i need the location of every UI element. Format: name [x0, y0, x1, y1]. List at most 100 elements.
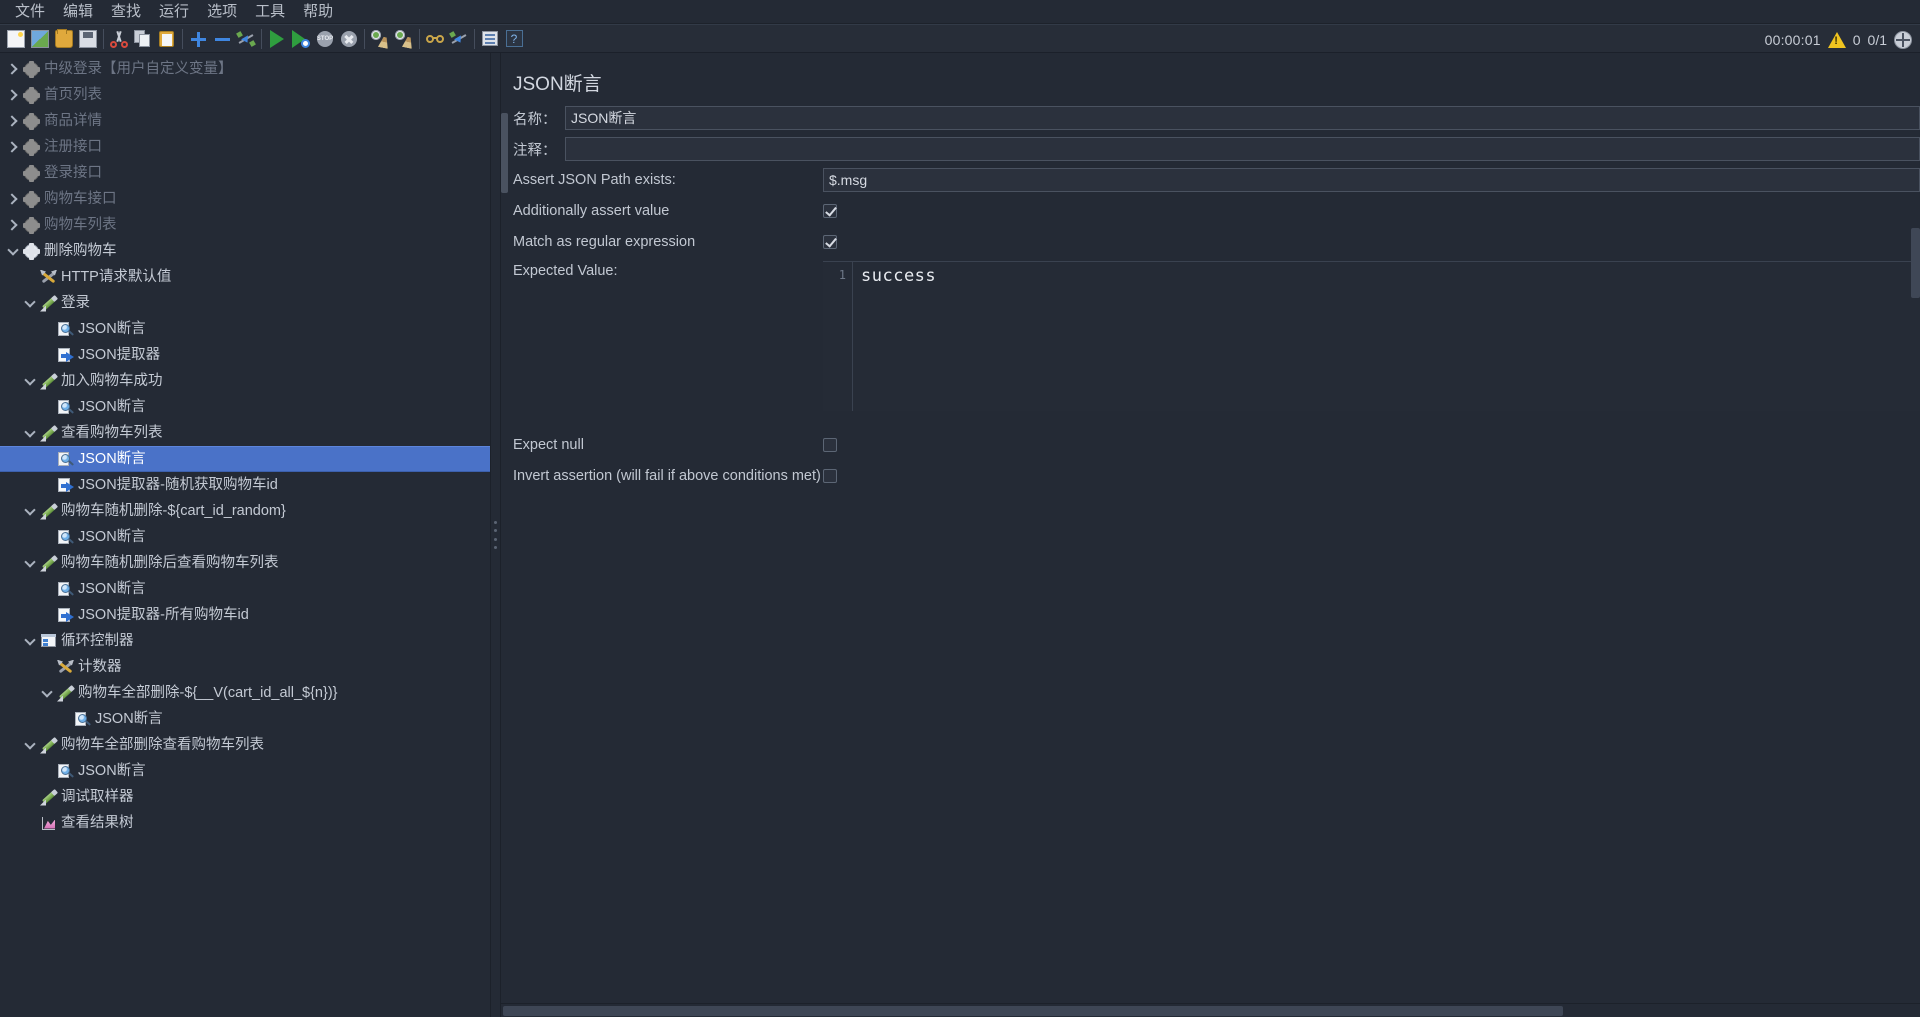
menu-file[interactable]: 文件 — [6, 1, 54, 23]
tree-row[interactable]: 购物车全部删除查看购物车列表 — [0, 732, 490, 758]
tree-row[interactable]: JSON断言 — [0, 446, 490, 472]
chevron-right-icon[interactable] — [4, 112, 22, 130]
test-plan-tree[interactable]: 中级登录【用户自定义变量】 首页列表 商品详情 注册接口登录接口购物车接口 购物车列表删… — [0, 53, 491, 1017]
chevron-right-icon[interactable] — [4, 60, 22, 78]
tree-row[interactable]: 删除购物车 — [0, 238, 490, 264]
clear-button[interactable] — [368, 27, 392, 51]
cut-button[interactable] — [107, 27, 131, 51]
tree-row[interactable]: 加入购物车成功 — [0, 368, 490, 394]
tree-row[interactable]: 登录接口 — [0, 160, 490, 186]
tree-row[interactable]: HTTP请求默认值 — [0, 264, 490, 290]
tree-row[interactable]: JSON断言 — [0, 758, 490, 784]
tree-item-icon — [22, 190, 41, 209]
tree-row[interactable]: 查看结果树 — [0, 810, 490, 836]
tree-row[interactable]: 购物车随机删除-${cart_id_random} — [0, 498, 490, 524]
chevron-down-icon[interactable] — [21, 632, 39, 650]
menu-help[interactable]: 帮助 — [294, 1, 342, 23]
tree-item-label: JSON断言 — [78, 580, 146, 597]
save-button[interactable] — [76, 27, 100, 51]
tree-item-icon — [22, 216, 41, 235]
toggle-button[interactable] — [234, 27, 258, 51]
function-helper-button[interactable] — [447, 27, 471, 51]
thread-group-icon — [23, 139, 40, 155]
tree-row[interactable]: JSON提取器-随机获取购物车id — [0, 472, 490, 498]
sampler-icon — [40, 554, 59, 572]
name-input[interactable] — [565, 106, 1920, 130]
expected-value-row: Expected Value: 1 success — [501, 261, 1920, 411]
chevron-down-icon[interactable] — [38, 684, 56, 702]
tree-row[interactable]: 商品详情 — [0, 108, 490, 134]
chevron-down-icon[interactable] — [21, 424, 39, 442]
comment-input[interactable] — [565, 137, 1920, 161]
chevron-down-icon[interactable] — [21, 502, 39, 520]
tree-row[interactable]: 查看购物车列表 — [0, 420, 490, 446]
tree-row[interactable]: JSON断言 — [0, 576, 490, 602]
panel-vertical-scrollbar[interactable] — [1911, 228, 1920, 298]
shutdown-button[interactable] — [337, 27, 361, 51]
paste-button[interactable] — [155, 27, 179, 51]
expect-null-checkbox[interactable] — [823, 438, 837, 452]
tree-row[interactable]: 购物车全部删除-${__V(cart_id_all_${n})} — [0, 680, 490, 706]
element-editor-panel: JSON断言 名称： 注释： Assert JSON Path exists: … — [500, 53, 1920, 1017]
tree-item-label: 登录接口 — [44, 164, 102, 181]
panel-horizontal-scroll-thumb[interactable] — [503, 1006, 1563, 1016]
tree-row[interactable]: JSON断言 — [0, 524, 490, 550]
chevron-right-icon[interactable] — [4, 216, 22, 234]
stop-button[interactable]: STOP — [313, 27, 337, 51]
tree-row[interactable]: 登录 — [0, 290, 490, 316]
assert-path-input[interactable] — [823, 168, 1920, 192]
match-regex-checkbox[interactable] — [823, 235, 837, 249]
chevron-right-icon[interactable] — [4, 138, 22, 156]
tree-row[interactable]: 购物车随机删除后查看购物车列表 — [0, 550, 490, 576]
tree-row[interactable]: 调试取样器 — [0, 784, 490, 810]
chevron-down-icon[interactable] — [21, 554, 39, 572]
menu-edit[interactable]: 编辑 — [54, 1, 102, 23]
tree-row[interactable]: 购物车接口 — [0, 186, 490, 212]
tree-row[interactable]: 中级登录【用户自定义变量】 — [0, 56, 490, 82]
expected-value-editor[interactable]: 1 success — [823, 261, 1920, 411]
tree-row[interactable]: 购物车列表 — [0, 212, 490, 238]
expected-value-text[interactable]: success — [853, 262, 1920, 411]
chevron-down-icon[interactable] — [4, 242, 22, 260]
tree-row[interactable]: 首页列表 — [0, 82, 490, 108]
open-button[interactable] — [52, 27, 76, 51]
expand-all-button[interactable] — [186, 27, 210, 51]
chevron-right-icon[interactable] — [4, 86, 22, 104]
tree-row[interactable]: 循环控制器 — [0, 628, 490, 654]
chevron-down-icon[interactable] — [21, 294, 39, 312]
log-viewer-button[interactable] — [478, 27, 502, 51]
start-button[interactable] — [265, 27, 289, 51]
editor-scroll-area: JSON断言 名称： 注释： Assert JSON Path exists: … — [501, 53, 1920, 1003]
warning-icon[interactable] — [1827, 31, 1846, 48]
menu-run[interactable]: 运行 — [150, 1, 198, 23]
menu-search[interactable]: 查找 — [102, 1, 150, 23]
invert-assertion-checkbox[interactable] — [823, 469, 837, 483]
clear-all-button[interactable] — [392, 27, 416, 51]
additionally-assert-checkbox[interactable] — [823, 204, 837, 218]
chevron-down-icon[interactable] — [21, 736, 39, 754]
split-divider[interactable] — [491, 53, 500, 1017]
menu-tools[interactable]: 工具 — [246, 1, 294, 23]
tree-row[interactable]: JSON断言 — [0, 706, 490, 732]
tree-row[interactable]: JSON提取器-所有购物车id — [0, 602, 490, 628]
tree-row[interactable]: 注册接口 — [0, 134, 490, 160]
tree-row[interactable]: JSON断言 — [0, 316, 490, 342]
chevron-right-icon[interactable] — [4, 190, 22, 208]
remote-engines-icon[interactable] — [1894, 30, 1912, 49]
tree-row[interactable]: 计数器 — [0, 654, 490, 680]
collapse-all-button[interactable] — [210, 27, 234, 51]
menu-options[interactable]: 选项 — [198, 1, 246, 23]
tree-row[interactable]: JSON提取器 — [0, 342, 490, 368]
help-icon: ? — [505, 30, 523, 47]
chevron-down-icon[interactable] — [21, 372, 39, 390]
match-regex-label: Match as regular expression — [513, 234, 696, 250]
templates-button[interactable] — [28, 27, 52, 51]
help-button[interactable]: ? — [502, 27, 526, 51]
copy-button[interactable] — [131, 27, 155, 51]
search-button[interactable] — [423, 27, 447, 51]
panel-horizontal-scrollbar[interactable] — [501, 1003, 1920, 1017]
start-no-pauses-button[interactable] — [289, 27, 313, 51]
name-label: 名称： — [513, 111, 557, 128]
new-button[interactable] — [4, 27, 28, 51]
tree-row[interactable]: JSON断言 — [0, 394, 490, 420]
